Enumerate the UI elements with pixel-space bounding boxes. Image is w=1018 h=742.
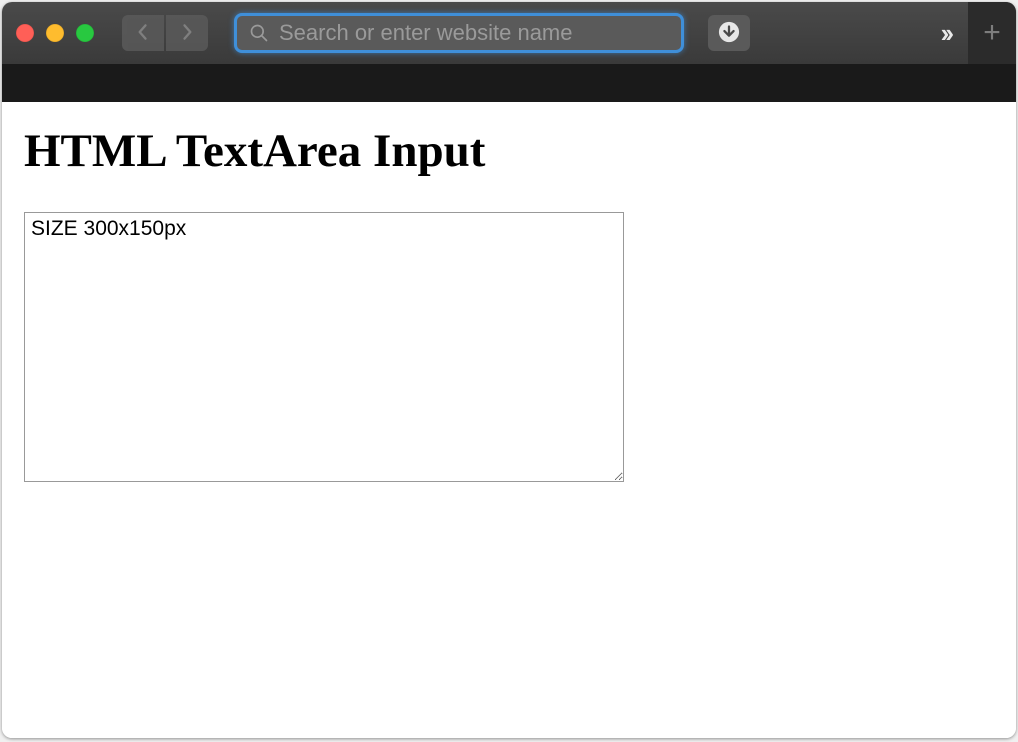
downloads-button[interactable] bbox=[708, 15, 750, 51]
browser-window: ›› + HTML TextArea Input bbox=[2, 2, 1016, 738]
titlebar: ›› + bbox=[2, 2, 1016, 64]
nav-buttons bbox=[122, 15, 208, 51]
minimize-window-button[interactable] bbox=[46, 24, 64, 42]
plus-icon: + bbox=[983, 16, 1001, 50]
download-icon bbox=[718, 21, 740, 46]
back-button[interactable] bbox=[122, 15, 164, 51]
new-tab-button[interactable]: + bbox=[968, 2, 1016, 64]
overflow-icon[interactable]: ›› bbox=[933, 18, 958, 49]
addressbar-container bbox=[234, 13, 684, 53]
page-content: HTML TextArea Input bbox=[2, 102, 1016, 738]
chevron-right-icon bbox=[180, 22, 194, 45]
close-window-button[interactable] bbox=[16, 24, 34, 42]
forward-button[interactable] bbox=[166, 15, 208, 51]
window-controls bbox=[16, 24, 94, 42]
maximize-window-button[interactable] bbox=[76, 24, 94, 42]
address-input[interactable] bbox=[279, 20, 669, 46]
search-icon bbox=[249, 23, 269, 43]
chevron-left-icon bbox=[136, 22, 150, 45]
addressbar[interactable] bbox=[234, 13, 684, 53]
demo-textarea[interactable] bbox=[24, 212, 624, 482]
tab-bar bbox=[2, 64, 1016, 102]
page-title: HTML TextArea Input bbox=[24, 124, 994, 178]
